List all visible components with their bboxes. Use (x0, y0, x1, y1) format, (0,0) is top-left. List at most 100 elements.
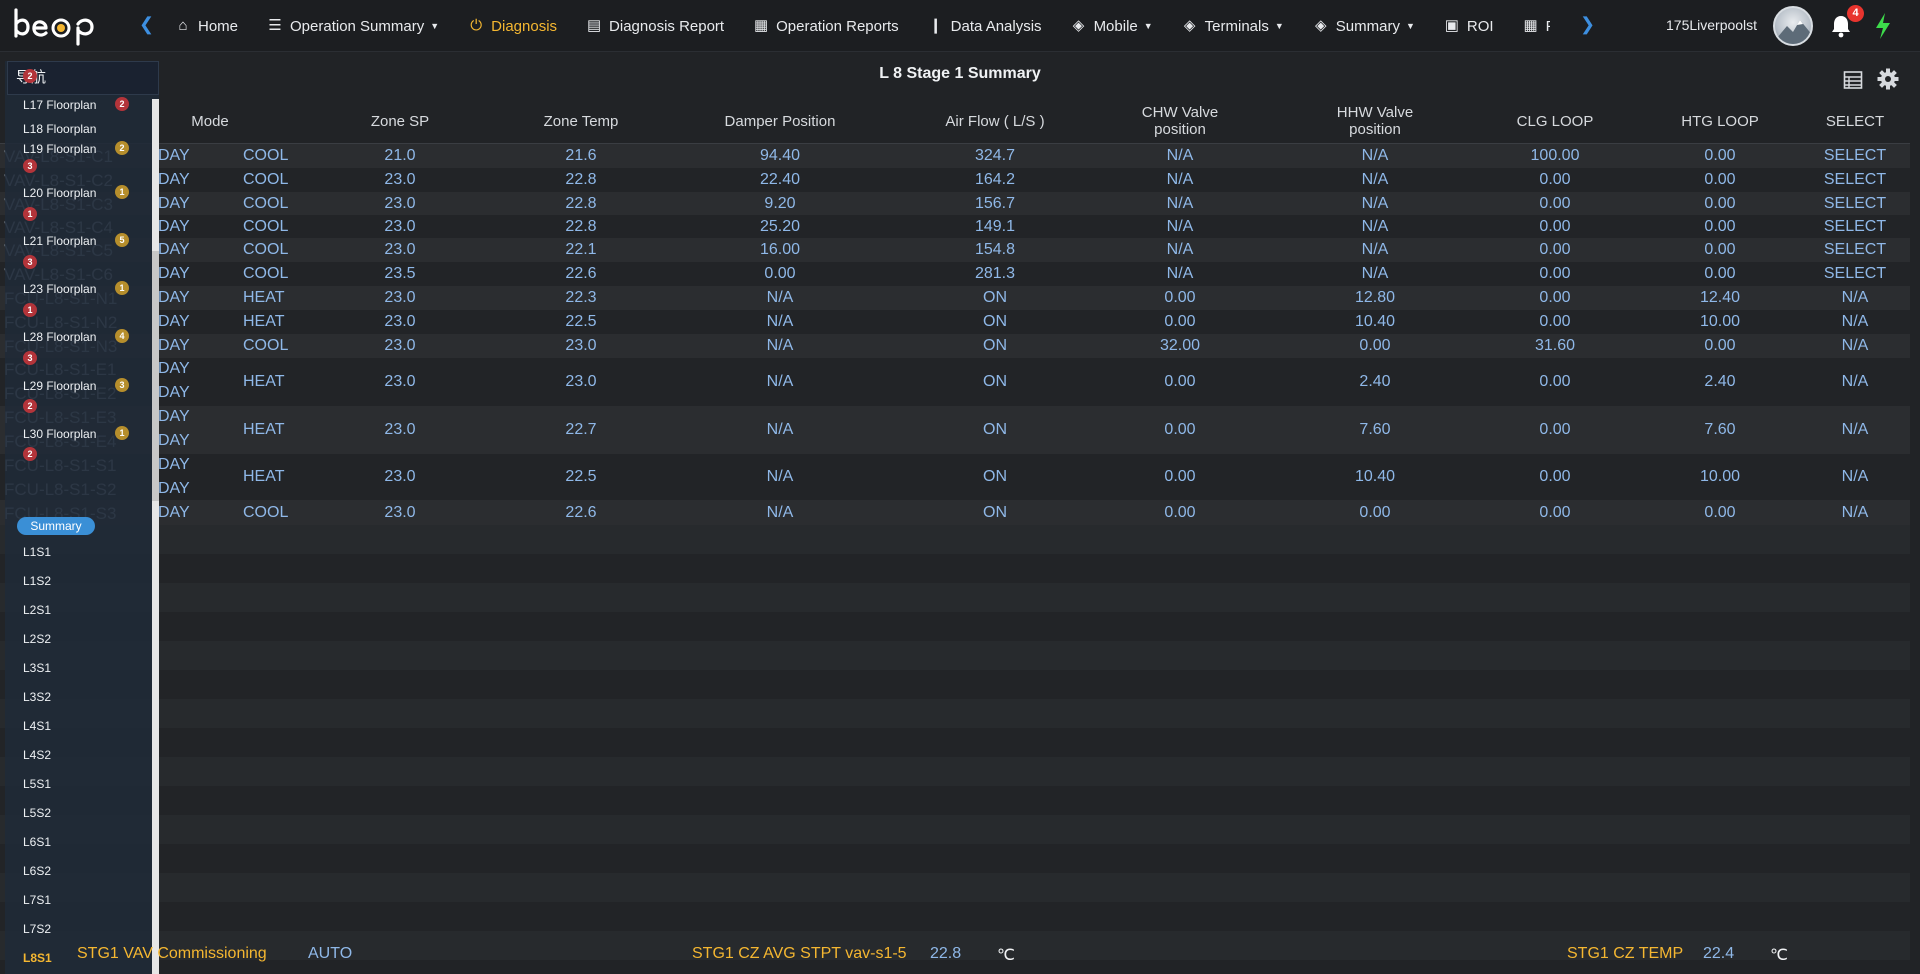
gear-icon[interactable] (1877, 68, 1899, 90)
cell-clg: 0.00 (1539, 265, 1571, 282)
sidenav-item-l6s1[interactable]: L6S1 (23, 835, 51, 849)
nav-item-diagnosis-report[interactable]: ▤ Diagnosis Report (585, 18, 724, 35)
table-row[interactable]: VAV-L8-S1-C1DAYCOOL21.021.694.40324.7N/A… (0, 144, 1910, 168)
notification-count-badge: 4 (1847, 5, 1864, 22)
cell-damper: N/A (766, 313, 794, 330)
cell-damper: 16.00 (759, 241, 801, 258)
column-header-select[interactable]: SELECT (1800, 98, 1910, 144)
column-header-zone-temp[interactable]: Zone Temp (525, 98, 637, 144)
nav-item-label: Diagnosis Report (609, 17, 725, 35)
nav-item-label: Operation Reports (776, 17, 899, 35)
sidenav-item-l1s2[interactable]: L1S2 (23, 574, 51, 588)
sidenav-item-l3s1[interactable]: L3S1 (23, 661, 51, 675)
sidenav-item-l6s2[interactable]: L6S2 (23, 864, 51, 878)
table-view-icon[interactable] (1843, 70, 1863, 90)
nav-item-diagnosis[interactable]: ⏻ Diagnosis (467, 18, 557, 35)
cell-select[interactable]: SELECT (1800, 171, 1910, 189)
nav-scroll-left-icon[interactable]: ❮ (139, 14, 154, 35)
cell-sp: 23.0 (384, 373, 416, 390)
cell-occ-secondary: DAY (158, 384, 190, 401)
sidenav-item-l23-floorplan[interactable]: L23 Floorplan (23, 282, 96, 296)
cell-select[interactable]: SELECT (1800, 241, 1910, 259)
nav-item-roi[interactable]: ▣ ROI (1443, 18, 1494, 35)
nav-item-terminals[interactable]: ◈ Terminals ▼ (1181, 18, 1284, 35)
report-icon: ▦ (754, 17, 769, 34)
column-header-htg-loop[interactable]: HTG LOOP (1665, 98, 1775, 144)
nav-item-mobile[interactable]: ◈ Mobile ▼ (1070, 18, 1153, 35)
nav-item-operation-reports[interactable]: ▦ Operation Reports (752, 18, 899, 35)
table-row[interactable]: VAV-L8-S1-C4DAYCOOL23.022.825.20149.1N/A… (0, 215, 1910, 238)
cell-select: N/A (1841, 289, 1869, 306)
table-row[interactable]: VAV-L8-S1-C3DAYCOOL23.022.89.20156.7N/AN… (0, 192, 1910, 215)
column-header-mode[interactable]: Mode (175, 98, 245, 144)
sidenav-item-l2s1[interactable]: L2S1 (23, 603, 51, 617)
user-avatar[interactable] (1773, 6, 1813, 46)
sidenav-item-l28-floorplan[interactable]: L28 Floorplan (23, 330, 96, 344)
table-row[interactable]: FCU-L8-S1-N2DAYHEAT23.022.5N/AON0.0010.4… (0, 310, 1910, 334)
cell-select[interactable]: SELECT (1800, 195, 1910, 213)
nav-item-label: Mobile (1093, 17, 1138, 35)
table-row[interactable]: FCU-L8-S1-E1FCU-L8-S1-E2DAYHEAT23.023.0N… (0, 358, 1910, 406)
cell-htg: 0.00 (1704, 265, 1736, 282)
lightning-bolt-icon[interactable] (1874, 12, 1892, 40)
cell-htg: 0.00 (1704, 195, 1736, 212)
column-header-clg-loop[interactable]: CLG LOOP (1500, 98, 1610, 144)
cell-sp: 21.0 (384, 147, 416, 164)
footer-commissioning-value[interactable]: AUTO (308, 945, 352, 963)
table-row[interactable]: VAV-L8-S1-C6DAYCOOL23.522.60.00281.3N/AN… (0, 262, 1910, 286)
sidenav-item-l21-floorplan[interactable]: L21 Floorplan (23, 234, 96, 248)
table-row[interactable]: FCU-L8-S1-S1FCU-L8-S1-S2DAYHEAT23.022.5N… (0, 454, 1910, 500)
sidenav-item-l2s2[interactable]: L2S2 (23, 632, 51, 646)
sidenav-item-l7s1[interactable]: L7S1 (23, 893, 51, 907)
table-row[interactable]: FCU-L8-S1-N3DAYCOOL23.023.0N/AON32.000.0… (0, 334, 1910, 358)
table-row[interactable]: VAV-L8-S1-C5DAYCOOL23.022.116.00154.8N/A… (0, 238, 1910, 262)
site-name[interactable]: 175Liverpoolst (1666, 17, 1757, 33)
cell-occ: DAY (158, 289, 190, 306)
alarm-count-badge: 1 (23, 303, 37, 317)
side-navigation-scrollbar[interactable] (152, 99, 159, 974)
column-header-hhw-valve[interactable]: HHW Valve position (1320, 98, 1430, 144)
cell-clg: 0.00 (1539, 195, 1571, 212)
nav-item-operation-summary[interactable]: ☰ Operation Summary ▼ (266, 18, 439, 35)
sidenav-item-summary[interactable]: Summary (17, 517, 95, 535)
sidenav-item-l1s1[interactable]: L1S1 (23, 545, 51, 559)
table-row[interactable]: FCU-L8-S1-N1DAYHEAT23.022.3N/AON0.0012.8… (0, 286, 1910, 310)
sidenav-item-l7s2[interactable]: L7S2 (23, 922, 51, 936)
nav-item-summary[interactable]: ◈ Summary ▼ (1312, 18, 1415, 35)
sidenav-item-l5s1[interactable]: L5S1 (23, 777, 51, 791)
sidenav-item-l4s2[interactable]: L4S2 (23, 748, 51, 762)
side-navigation-scroll-thumb[interactable] (152, 251, 159, 501)
table-row[interactable]: FCU-L8-S1-S3DAYCOOL23.022.6N/AON0.000.00… (0, 500, 1910, 525)
table-row[interactable]: VAV-L8-S1-C2DAYCOOL23.022.822.40164.2N/A… (0, 168, 1910, 192)
cell-occ: DAY (158, 504, 190, 521)
beep-logo[interactable] (12, 6, 102, 46)
column-header-chw-valve[interactable]: CHW Valve position (1125, 98, 1235, 144)
cell-select: N/A (1841, 337, 1869, 354)
cell-chw: N/A (1166, 171, 1194, 188)
sidenav-item-l5s2[interactable]: L5S2 (23, 806, 51, 820)
nav-item-data-analysis[interactable]: ❙ Data Analysis (927, 18, 1041, 35)
cell-mode: COOL (243, 504, 289, 521)
column-header-damper-position[interactable]: Damper Position (710, 98, 850, 144)
sidenav-item-l3s2[interactable]: L3S2 (23, 690, 51, 704)
sidenav-item-l29-floorplan[interactable]: L29 Floorplan (23, 379, 96, 393)
table-row[interactable]: FCU-L8-S1-E3FCU-L8-S1-E4DAYHEAT23.022.7N… (0, 406, 1910, 454)
column-header-air-flow[interactable]: Air Flow ( L/S ) (925, 98, 1065, 144)
sidenav-item-l18-floorplan[interactable]: L18 Floorplan (23, 122, 96, 136)
nav-item-plant[interactable]: ▦Plant▼ (1522, 18, 1550, 35)
nav-item-home[interactable]: ⌂ Home (174, 18, 238, 35)
column-header-zone-sp[interactable]: Zone SP (350, 98, 450, 144)
sidenav-item-l19-floorplan[interactable]: L19 Floorplan (23, 142, 96, 156)
cell-htg: 10.00 (1699, 313, 1741, 330)
alarm-count-badge: 2 (115, 141, 129, 155)
sidenav-item-l4s1[interactable]: L4S1 (23, 719, 51, 733)
cell-select[interactable]: SELECT (1800, 147, 1910, 165)
sidenav-item-l30-floorplan[interactable]: L30 Floorplan (23, 427, 96, 441)
sidenav-item-l20-floorplan[interactable]: L20 Floorplan (23, 186, 96, 200)
cell-sp: 23.5 (384, 265, 416, 282)
cell-select[interactable]: SELECT (1800, 265, 1910, 283)
sidenav-item-l17-floorplan[interactable]: L17 Floorplan (23, 98, 96, 112)
cell-select[interactable]: SELECT (1800, 218, 1910, 236)
cell-airflow: ON (983, 337, 1007, 354)
nav-scroll-right-icon[interactable]: ❯ (1580, 14, 1595, 35)
